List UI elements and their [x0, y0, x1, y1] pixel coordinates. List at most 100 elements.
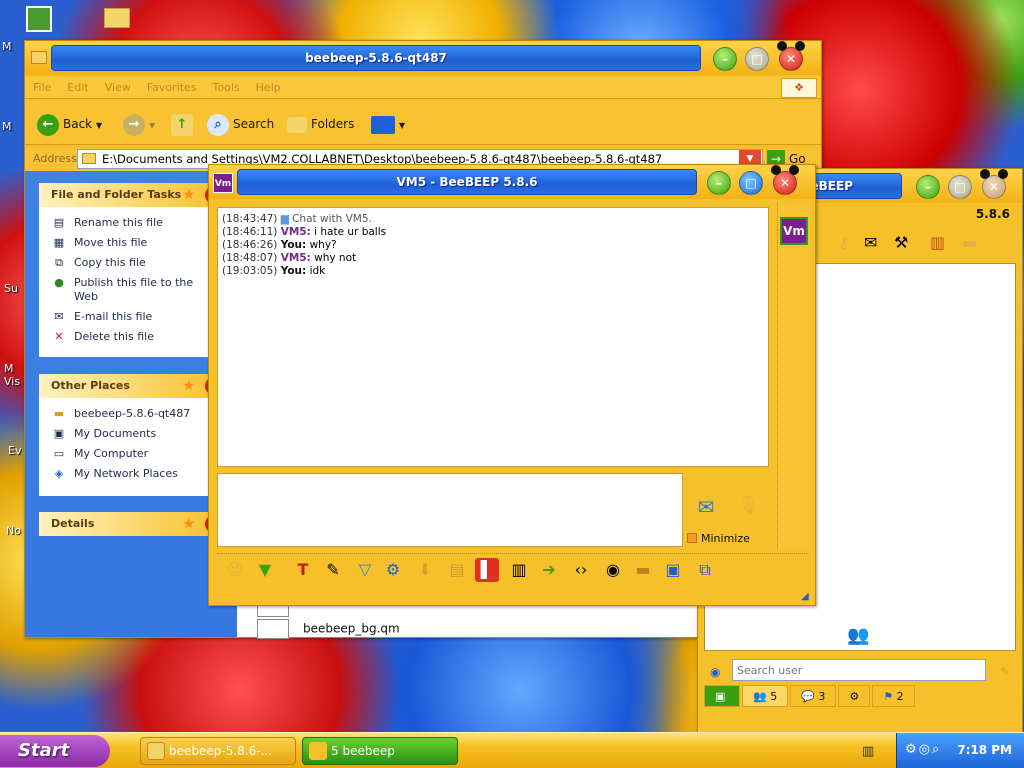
- chat-bubble-icon: ▆: [280, 213, 289, 225]
- minimize-button[interactable]: –: [713, 47, 737, 71]
- close-button[interactable]: ✕: [777, 41, 805, 71]
- task-email[interactable]: ✉ E-mail this file: [51, 307, 205, 327]
- chats-icon: 💬: [801, 690, 815, 703]
- maximize-button[interactable]: □: [948, 175, 972, 199]
- start-button[interactable]: Start: [0, 735, 110, 767]
- detach-icon[interactable]: ⧉: [693, 558, 717, 582]
- task-rename[interactable]: ▤ Rename this file: [51, 213, 205, 233]
- tab-home[interactable]: ▣: [704, 685, 740, 707]
- chat-message: (18:46:26) You: why?: [222, 239, 764, 252]
- task-delete[interactable]: ✕ Delete this file: [51, 327, 205, 347]
- search-button[interactable]: ⌕ Search: [207, 111, 274, 137]
- minimize-toggle[interactable]: Minimize: [687, 532, 750, 545]
- filter-icon[interactable]: ▽: [353, 558, 377, 582]
- desktop-label-2: M: [2, 120, 12, 133]
- folders-icon: [287, 116, 307, 133]
- html-icon[interactable]: ‹›: [569, 558, 593, 582]
- menu-favorites[interactable]: Favorites: [139, 77, 205, 98]
- menu-edit[interactable]: Edit: [59, 77, 96, 98]
- task-pane: File and Folder Tasks ★ ▤ Rename this file…: [25, 171, 237, 637]
- up-folder-icon: ↑: [171, 113, 193, 136]
- chevron-down-icon: ▼: [399, 121, 406, 130]
- tools-icon[interactable]: ⚒: [894, 233, 908, 252]
- menu-tools[interactable]: Tools: [205, 77, 248, 98]
- menu-bar: File Edit View Favorites Tools Help ❖: [25, 77, 821, 99]
- resize-grip-icon[interactable]: ◢: [801, 592, 811, 602]
- book-icon[interactable]: ▥: [930, 233, 945, 252]
- place-my-documents[interactable]: ▣ My Documents: [51, 424, 205, 444]
- other-places-title: Other Places: [51, 379, 130, 392]
- maximize-button[interactable]: □: [745, 47, 769, 71]
- maximize-button[interactable]: □: [739, 171, 763, 195]
- close-button[interactable]: ✕: [771, 165, 799, 195]
- message-text: i hate ur balls: [310, 226, 387, 238]
- key-icon[interactable]: ⚷: [838, 233, 850, 252]
- font-icon[interactable]: T: [291, 558, 315, 582]
- forward-button[interactable]: → ▼: [123, 111, 155, 137]
- place-my-network[interactable]: ◈ My Network Places: [51, 464, 205, 484]
- folder-icon[interactable]: ▬: [962, 233, 977, 252]
- send-folder-icon[interactable]: ➔: [537, 558, 561, 582]
- bookmark-icon[interactable]: ▌: [475, 558, 499, 582]
- views-button[interactable]: ▼: [371, 111, 405, 137]
- minimize-button[interactable]: –: [916, 175, 940, 199]
- task-move[interactable]: ▦ Move this file: [51, 233, 205, 253]
- envelope-icon[interactable]: ✉: [864, 233, 877, 252]
- tab-users[interactable]: 👥 5: [742, 685, 789, 707]
- task-copy[interactable]: ⧉ Copy this file: [51, 253, 205, 273]
- save-chat-icon[interactable]: ▣: [661, 558, 685, 582]
- chat-titlebar[interactable]: Vm VM5 - BeeBEEP 5.8.6 – □ ✕: [209, 165, 815, 199]
- explorer-titlebar[interactable]: beebeep-5.8.6-qt487 – □ ✕: [25, 41, 821, 75]
- clock[interactable]: 7:18 PM: [957, 743, 1012, 757]
- clear-search-icon[interactable]: ✎: [1000, 665, 1010, 679]
- details-header[interactable]: Details ★: [39, 512, 223, 536]
- folders-button[interactable]: Folders: [287, 111, 354, 137]
- print-icon[interactable]: ▤: [445, 558, 469, 582]
- tab-groups[interactable]: ⚙: [838, 685, 871, 707]
- send-button[interactable]: ✉: [689, 495, 723, 523]
- history-icon[interactable]: ▬: [631, 558, 655, 582]
- chat-message: (18:48:07) VM5: why not: [222, 252, 764, 265]
- folder-icon: [82, 153, 96, 164]
- settings-icon[interactable]: ⚙: [381, 558, 405, 582]
- desktop-folder-icon[interactable]: [104, 8, 130, 28]
- back-button[interactable]: ← Back ▼: [37, 111, 102, 137]
- app-icon: Vm: [213, 173, 233, 193]
- peer-avatar[interactable]: Vm: [780, 217, 808, 245]
- send-file-icon[interactable]: ▥: [507, 558, 531, 582]
- task-publish[interactable]: ● Publish this file to the Web: [51, 273, 205, 307]
- volume-icon[interactable]: ▥: [862, 744, 874, 759]
- tray-icons[interactable]: ⚙◎⌕: [905, 742, 941, 757]
- menu-help[interactable]: Help: [248, 77, 289, 98]
- screenshot-icon[interactable]: ◉: [601, 558, 625, 582]
- voice-message-button[interactable]: 🎙: [737, 495, 760, 523]
- tab-chats[interactable]: 💬 3: [790, 685, 837, 707]
- tab-shares[interactable]: ⚑ 2: [872, 685, 915, 707]
- menu-file[interactable]: File: [25, 77, 59, 98]
- place-my-computer[interactable]: ▭ My Computer: [51, 444, 205, 464]
- version-label: 5.8.6: [975, 207, 1010, 221]
- message-text: why not: [310, 252, 357, 264]
- minimize-button[interactable]: –: [707, 171, 731, 195]
- other-places-header[interactable]: Other Places ★: [39, 374, 223, 398]
- compact-icon[interactable]: ▼: [253, 558, 277, 582]
- taskbar-item-explorer[interactable]: beebeep-5.8.6-...: [140, 737, 296, 765]
- file-item[interactable]: beebeep_bg.qm: [257, 619, 400, 639]
- tab-count: 5: [770, 690, 778, 703]
- desktop-label-3: Su: [4, 282, 18, 295]
- chat-message: (19:03:05) You: idk: [222, 265, 764, 278]
- menu-view[interactable]: View: [97, 77, 139, 98]
- file-tasks-header[interactable]: File and Folder Tasks ★: [39, 183, 223, 207]
- message-input[interactable]: [217, 473, 683, 547]
- place-parent-folder[interactable]: ▬ beebeep-5.8.6-qt487: [51, 404, 205, 424]
- up-folder-button[interactable]: ↑: [171, 111, 197, 137]
- desktop-icon-1[interactable]: [26, 6, 52, 32]
- message-text: Chat with VM5.: [292, 213, 372, 225]
- taskbar-item-beebeep[interactable]: 5 beebeep: [302, 737, 458, 765]
- emoticon-icon[interactable]: ☺: [223, 558, 247, 582]
- save-icon[interactable]: ⬇: [413, 558, 437, 582]
- computer-icon: ▭: [53, 447, 65, 460]
- font-color-icon[interactable]: ✎: [321, 558, 345, 582]
- search-user-input[interactable]: [732, 659, 986, 681]
- close-button[interactable]: ✕: [980, 169, 1008, 199]
